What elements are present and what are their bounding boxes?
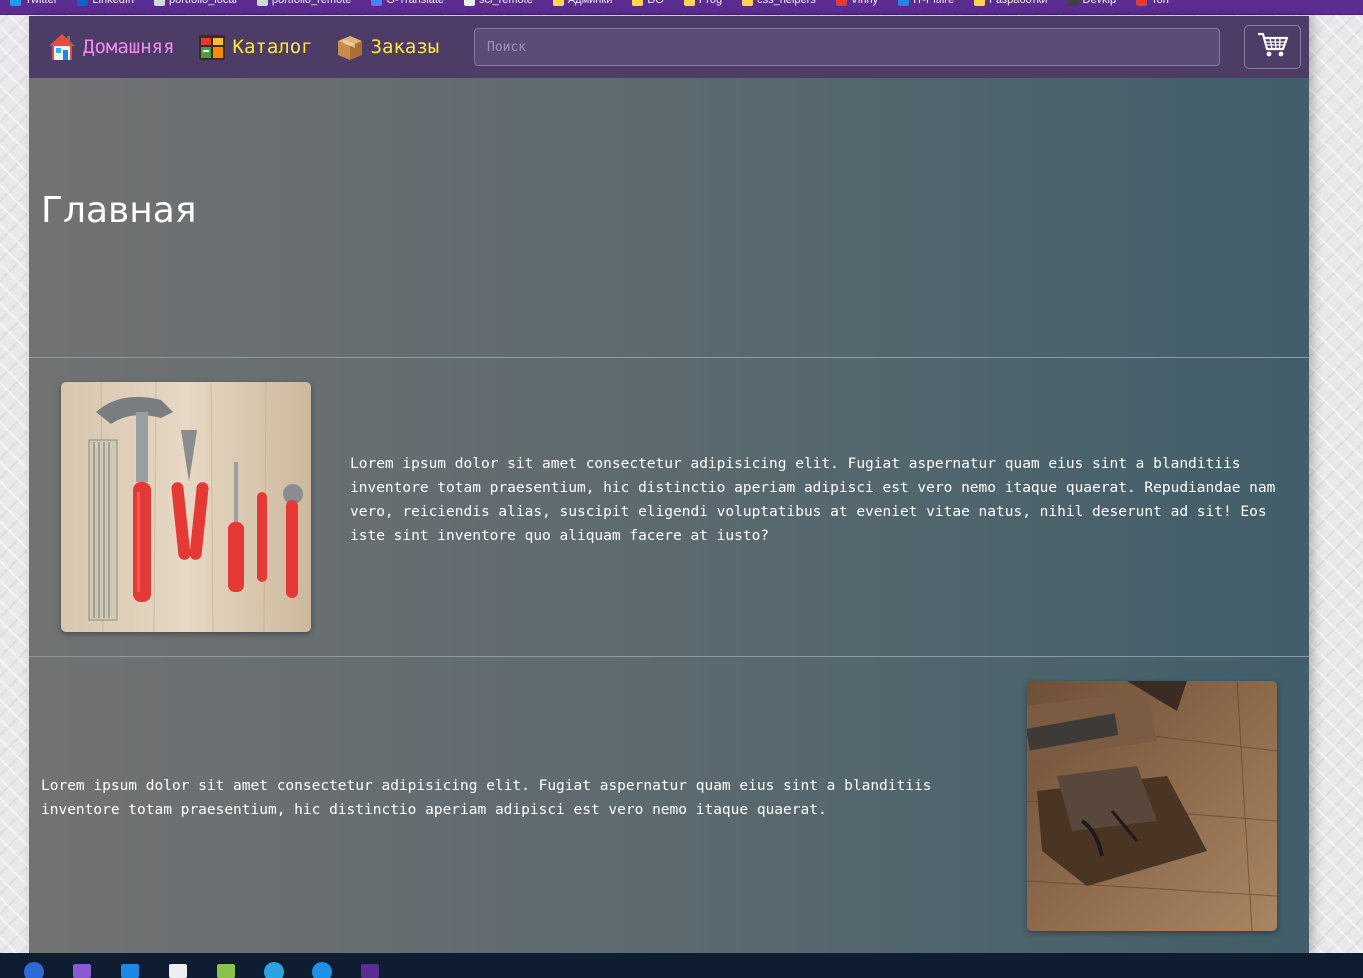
youtube-icon bbox=[1136, 0, 1148, 6]
bookmark-item[interactable]: Vinny bbox=[826, 0, 888, 6]
store-icon bbox=[197, 32, 227, 62]
cart-button[interactable] bbox=[1244, 25, 1301, 69]
vscode-icon[interactable] bbox=[118, 958, 142, 978]
bookmark-label: IT-Pitfire bbox=[913, 0, 955, 6]
globe-icon bbox=[256, 0, 268, 6]
notepad-icon[interactable] bbox=[166, 958, 190, 978]
bookmark-label: portfolio_local bbox=[169, 0, 237, 6]
box-icon bbox=[335, 32, 365, 62]
bookmark-item[interactable]: Ton bbox=[1126, 0, 1179, 6]
page-icon bbox=[464, 0, 476, 6]
nav-catalog-link[interactable]: Каталог bbox=[189, 27, 321, 67]
bookmark-label: portfolio_remote bbox=[271, 0, 352, 6]
bookmark-item[interactable]: Devkip bbox=[1058, 0, 1127, 6]
bookmark-label: css_helpers bbox=[757, 0, 816, 6]
bookmarks-bar: Twitter LinkedIn portfolio_local portfolio_… bbox=[0, 0, 1363, 15]
hero-section: Главная bbox=[29, 78, 1309, 357]
terminal-icon[interactable] bbox=[358, 958, 382, 978]
bookmark-item[interactable]: css_helpers bbox=[732, 0, 826, 6]
bookmark-label: Vinny bbox=[850, 0, 879, 6]
translate-icon bbox=[371, 0, 383, 6]
feature-section-2: Lorem ipsum dolor sit amet consectetur a… bbox=[29, 657, 1309, 953]
folder-icon bbox=[974, 0, 986, 6]
bookmark-label: Devkip bbox=[1082, 0, 1117, 6]
shopping-cart-icon bbox=[1257, 31, 1289, 63]
nav-orders-link[interactable]: Заказы bbox=[327, 27, 448, 67]
telegram-icon[interactable] bbox=[262, 958, 286, 978]
folder-icon bbox=[742, 0, 754, 6]
folder-icon bbox=[552, 0, 564, 6]
page: Домашняя Каталог Заказы Поиск Главная Lo… bbox=[29, 16, 1309, 953]
twitter-icon bbox=[10, 0, 21, 6]
page-title: Главная bbox=[41, 190, 197, 231]
bookmark-item[interactable]: LinkedIn bbox=[67, 0, 144, 6]
bookmark-item[interactable]: Prog bbox=[674, 0, 732, 6]
bookmark-item[interactable]: DO bbox=[622, 0, 674, 6]
taskbar bbox=[0, 953, 1363, 978]
nav-home-label: Домашняя bbox=[83, 36, 175, 58]
bookmark-label: sci_remote bbox=[479, 0, 533, 6]
opera-icon bbox=[835, 0, 847, 6]
bookmark-item[interactable]: IT-Pitfire bbox=[888, 0, 964, 6]
navbar: Домашняя Каталог Заказы Поиск bbox=[29, 16, 1309, 78]
house-icon bbox=[47, 32, 77, 62]
terminal-icon bbox=[1067, 0, 1079, 6]
bookmark-label: G-Translate bbox=[386, 0, 445, 6]
thunderbird-icon[interactable] bbox=[22, 958, 46, 978]
bookmark-label: Twitter bbox=[25, 0, 58, 6]
wood-plane-photo bbox=[1027, 681, 1277, 931]
bookmark-item[interactable]: portfolio_local bbox=[144, 0, 247, 6]
docker-icon[interactable] bbox=[310, 958, 334, 978]
pen-icon bbox=[898, 0, 910, 6]
bookmark-item[interactable]: Twitter bbox=[0, 0, 67, 6]
feature-text-2: Lorem ipsum dolor sit amet consectetur a… bbox=[41, 778, 932, 818]
bookmark-item[interactable]: G-Translate bbox=[361, 0, 454, 6]
bookmark-item[interactable]: portfolio_remote bbox=[247, 0, 362, 6]
bookmark-label: Prog bbox=[698, 0, 723, 6]
visual-studio-icon[interactable] bbox=[70, 958, 94, 978]
bookmark-item[interactable]: Админки bbox=[543, 0, 623, 6]
bookmark-label: Разработки bbox=[989, 0, 1048, 6]
bookmark-label: Ton bbox=[1151, 0, 1169, 6]
search-input[interactable] bbox=[474, 28, 1220, 66]
feature-text-1: Lorem ipsum dolor sit amet consectetur a… bbox=[350, 456, 1276, 544]
bookmark-item[interactable]: Разработки bbox=[964, 0, 1057, 6]
bookmark-label: Админки bbox=[567, 0, 613, 6]
globe-icon bbox=[154, 0, 165, 6]
nav-home-link[interactable]: Домашняя bbox=[39, 27, 183, 67]
tools-photo bbox=[61, 382, 311, 632]
nav-orders-label: Заказы bbox=[370, 36, 440, 58]
folder-icon bbox=[683, 0, 695, 6]
bookmark-item[interactable]: sci_remote bbox=[454, 0, 543, 6]
bookmark-label: DO bbox=[647, 0, 664, 6]
notepad-plus-icon[interactable] bbox=[214, 958, 238, 978]
feature-section-1: Lorem ipsum dolor sit amet consectetur a… bbox=[29, 358, 1309, 656]
folder-icon bbox=[632, 0, 644, 6]
linkedin-icon bbox=[77, 0, 89, 6]
nav-catalog-label: Каталог bbox=[232, 36, 313, 58]
bookmark-label: LinkedIn bbox=[92, 0, 134, 6]
